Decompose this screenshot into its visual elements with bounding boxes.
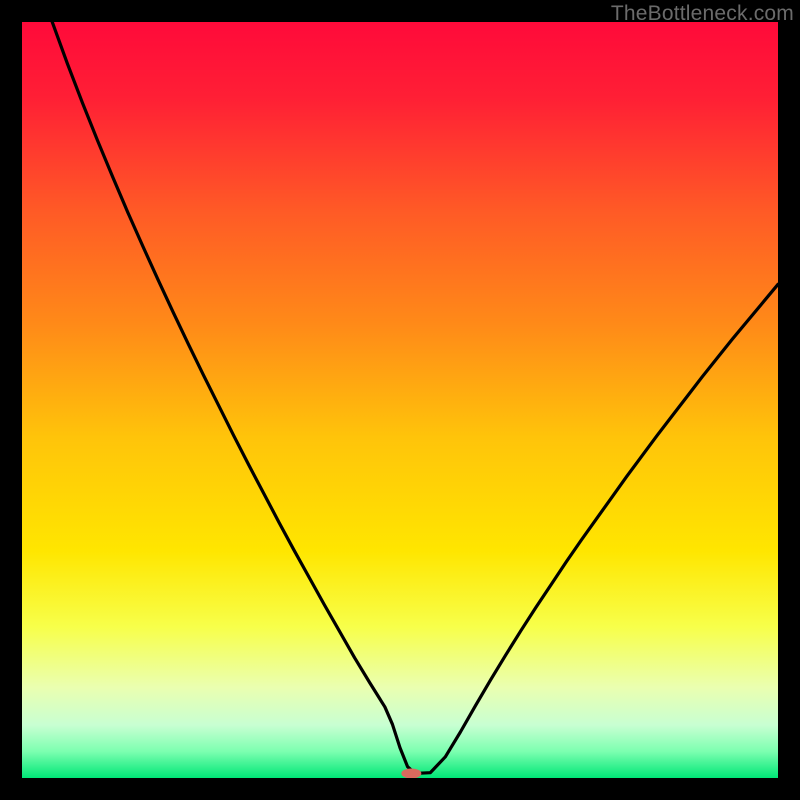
bottleneck-chart [22, 22, 778, 778]
optimum-marker [401, 768, 421, 778]
chart-svg [22, 22, 778, 778]
chart-background-gradient [22, 22, 778, 778]
watermark-text: TheBottleneck.com [611, 2, 794, 26]
